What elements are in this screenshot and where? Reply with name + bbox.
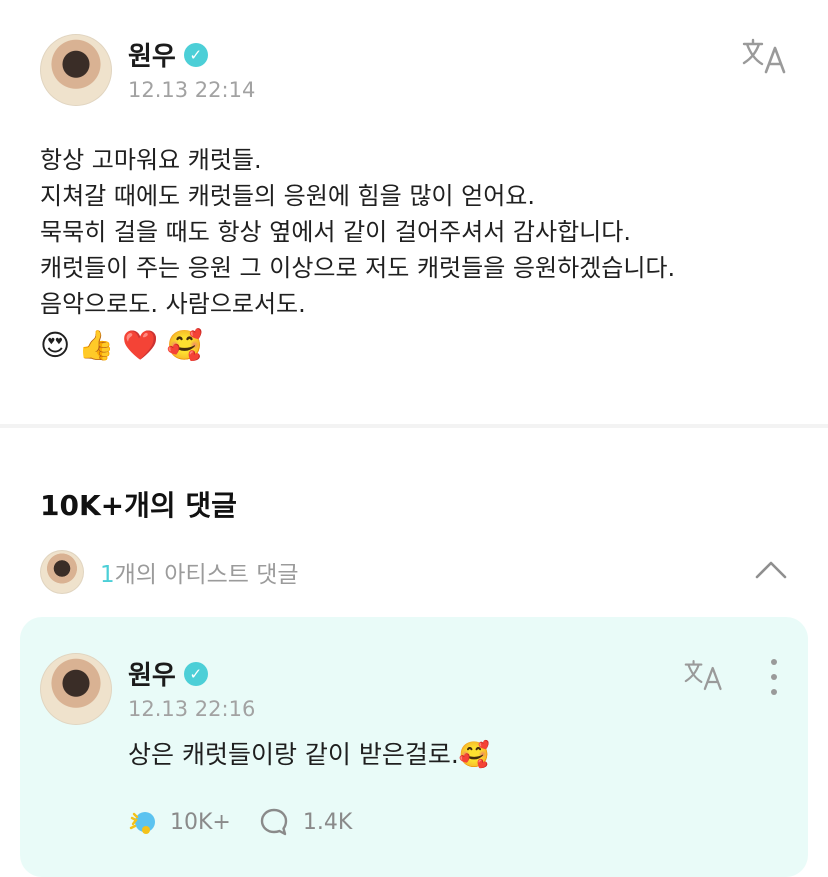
artist-comments-toggle[interactable]: 1개의 아티스트 댓글	[40, 550, 792, 594]
artist-comment-label-text: 개의 아티스트 댓글	[114, 562, 299, 588]
post-body: 항상 고마워요 캐럿들. 지쳐갈 때에도 캐럿들의 응원에 힘을 많이 얻어요.…	[40, 142, 800, 362]
artist-avatar-small	[40, 550, 84, 594]
verified-badge-icon: ✓	[183, 661, 208, 686]
reply-button[interactable]: 1.4K	[259, 807, 352, 837]
chevron-up-icon[interactable]	[754, 558, 788, 580]
more-vertical-icon[interactable]	[768, 659, 780, 695]
comment-bubble-icon	[260, 808, 288, 836]
reply-count: 1.4K	[302, 809, 353, 835]
author-name[interactable]: 원우	[128, 36, 176, 73]
comment-author-avatar[interactable]	[40, 653, 112, 725]
verified-badge-icon: ✓	[183, 42, 208, 67]
comment-author-row[interactable]: 원우 ✓	[128, 655, 208, 692]
translate-icon[interactable]	[684, 657, 724, 693]
artist-comment-count: 1	[100, 562, 115, 588]
post-text-line: 항상 고마워요 캐럿들.	[40, 146, 262, 174]
author-avatar[interactable]	[40, 34, 112, 106]
translate-icon[interactable]	[742, 36, 788, 76]
red-heart-emoji: ❤️	[122, 328, 159, 362]
emoji-row: 😍 👍 ❤️ 🥰	[40, 328, 800, 362]
comments-heading: 10K+개의 댓글	[40, 489, 237, 522]
smiling-hearts-emoji: 🥰	[166, 328, 203, 362]
like-count: 10K+	[170, 809, 231, 835]
cheer-like-icon	[129, 812, 155, 834]
comment-stats: 10K+ 1.4K	[128, 807, 352, 837]
post-text-line: 캐럿들이 주는 응원 그 이상으로 저도 캐럿들을 응원하겠습니다.	[40, 254, 676, 282]
post-text-line: 지쳐갈 때에도 캐럿들의 응원에 힘을 많이 얻어요.	[40, 182, 536, 210]
thumbs-up-emoji: 👍	[78, 328, 115, 362]
comment-author-name[interactable]: 원우	[128, 655, 176, 692]
comment-timestamp: 12.13 22:16	[128, 697, 256, 721]
artist-comments-label: 1개의 아티스트 댓글	[100, 555, 299, 589]
post-timestamp: 12.13 22:14	[128, 78, 256, 102]
post-header: 원우 ✓ 12.13 22:14	[40, 34, 792, 106]
post-text-line: 음악으로도. 사람으로서도.	[40, 290, 306, 318]
author-name-row[interactable]: 원우 ✓	[128, 36, 208, 73]
section-divider	[0, 424, 828, 428]
comment-text: 상은 캐럿들이랑 같이 받은걸로.🥰	[128, 740, 490, 769]
post-text-line: 묵묵히 걸을 때도 항상 옆에서 같이 걸어주셔서 감사합니다.	[40, 218, 631, 246]
heart-eyes-emoji: 😍	[40, 328, 71, 362]
like-button[interactable]: 10K+	[128, 808, 231, 836]
artist-comment-card: 원우 ✓ 12.13 22:16 상은 캐럿들이랑 같이 받은걸로.🥰 10K+…	[20, 617, 808, 877]
